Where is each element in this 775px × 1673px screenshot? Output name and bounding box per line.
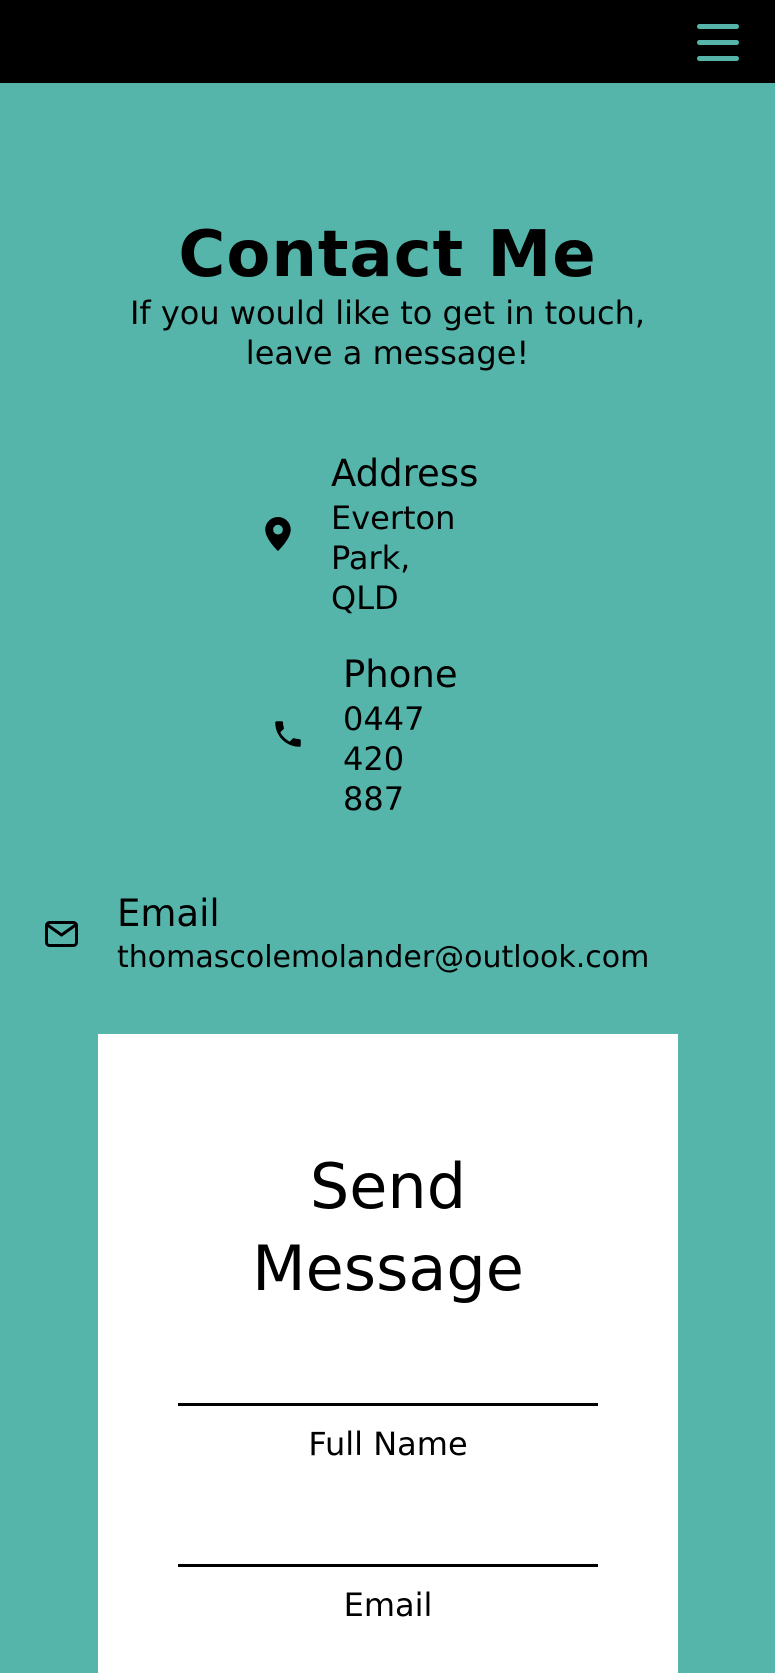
hamburger-menu-icon[interactable] [697,24,739,62]
map-pin-icon [265,517,291,551]
address-line-2: Park, [331,539,411,577]
full-name-input[interactable] [178,1403,598,1406]
address-line-1: Everton [331,499,456,537]
send-message-form: Send Message Full Name Email [98,1034,678,1673]
page-title: Contact Me [178,218,597,292]
email-field-label: Email [343,1586,433,1624]
address-label: Address [331,452,479,495]
top-nav-bar [0,0,775,83]
email-input[interactable] [178,1564,598,1567]
full-name-label: Full Name [308,1425,468,1463]
email-value[interactable]: thomascolemolander@outlook.com [117,938,649,978]
phone-line-3: 887 [343,780,405,818]
envelope-icon [45,921,78,947]
phone-icon [275,721,301,747]
page-subtitle: If you would like to get in touch, leave… [129,294,646,372]
form-title-line-2: Message [252,1232,524,1305]
phone-line-1: 0447 [343,700,425,738]
menu-bar-top [697,24,739,29]
phone-line-2: 420 [343,740,405,778]
email-label: Email [117,892,220,935]
menu-bar-middle [697,40,739,45]
form-title: Send Message [98,1146,678,1310]
address-line-3: QLD [331,579,399,617]
phone-label: Phone [343,653,458,696]
menu-bar-bottom [697,56,739,61]
form-title-line-1: Send [309,1150,467,1223]
